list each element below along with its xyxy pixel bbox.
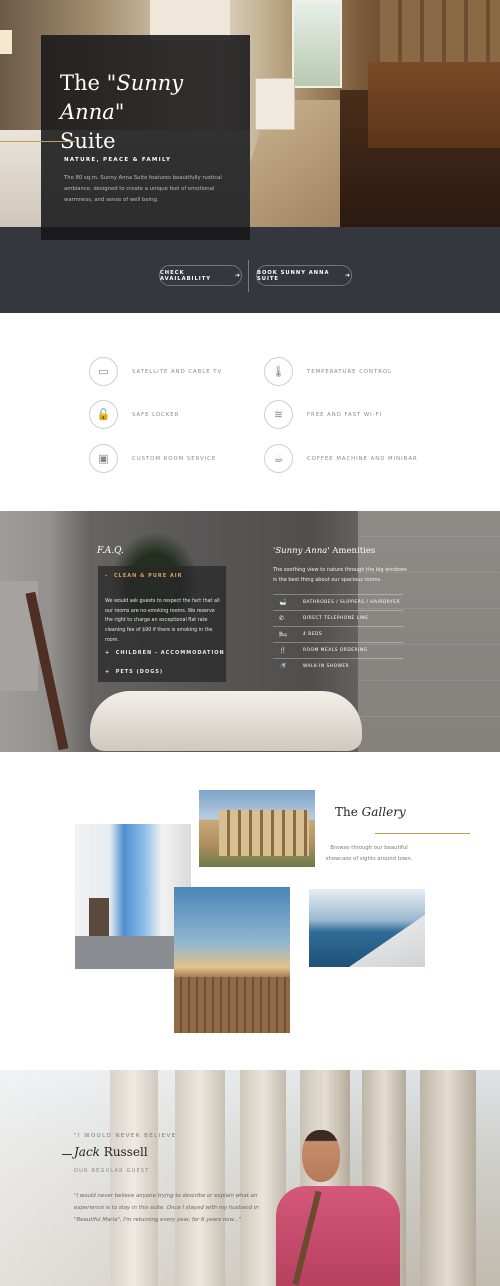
faq-item-pets[interactable]: + PETS (DOGS) xyxy=(105,669,163,675)
gallery-title: The Gallery xyxy=(335,805,406,819)
testimonial-dash xyxy=(62,1154,72,1155)
feature-wifi: ≋ FREE AND FAST WI-FI xyxy=(264,400,382,429)
boat-deck xyxy=(349,914,425,967)
gallery-title-prefix: The xyxy=(335,805,358,819)
list-item: 🛏 4 BEDS xyxy=(273,626,403,642)
expand-icon: + xyxy=(105,669,111,675)
street-door xyxy=(89,898,109,936)
arrow-right-icon: ➜ xyxy=(344,272,351,279)
feature-label: SATELLITE AND CABLE TV xyxy=(132,368,223,375)
faq-question: CHILDREN - ACCOMMODATION xyxy=(115,650,225,656)
testimonial-first-name: Jack xyxy=(74,1145,100,1159)
gallery-photo-pier[interactable] xyxy=(174,887,290,1033)
lock-icon: 🔓 xyxy=(89,400,118,429)
bath-tub xyxy=(90,691,362,751)
page-title: The "Sunny Anna" Suite xyxy=(60,69,250,156)
gallery-photo-parthenon[interactable] xyxy=(199,790,315,867)
faq-title: F.A.Q. xyxy=(97,546,124,556)
amenities-title: 'Sunny Anna' Amenities xyxy=(273,546,375,556)
feature-label: FREE AND FAST WI-FI xyxy=(307,411,383,418)
amenities-title-suffix: Amenities xyxy=(332,546,376,556)
list-item: 🛁 BATHROBES / SLIPPERS / HAIRDRYER xyxy=(273,594,403,610)
feature-label: COFFEE MACHINE AND MINIBAR xyxy=(307,455,418,462)
testimonial-kicker: "I WOULD NEVER BELIEVE xyxy=(74,1133,177,1139)
faq-question: PETS (DOGS) xyxy=(115,669,164,675)
list-item: 🚿 WALK-IN SHOWER xyxy=(273,658,403,674)
testimonial-name: Jack Russell xyxy=(74,1145,148,1159)
testimonial-role: OUR REGULAR GUEST xyxy=(74,1168,150,1174)
guest-photo xyxy=(270,1130,410,1286)
feature-coffee-minibar: ☕ COFFEE MACHINE AND MINIBAR xyxy=(264,444,418,473)
feature-room-service: ▣ CUSTOM ROOM SERVICE xyxy=(89,444,216,473)
parthenon-columns xyxy=(219,810,309,856)
gallery-title-italic: Gallery xyxy=(361,805,406,819)
booking-divider xyxy=(248,260,249,292)
temple-column xyxy=(420,1070,476,1286)
expand-icon: + xyxy=(105,650,111,656)
gallery-description: Browse through our beautiful showcase of… xyxy=(325,845,413,862)
book-suite-button[interactable]: BOOK SUNNY ANNA SUITE ➜ xyxy=(256,265,352,286)
hero-window xyxy=(292,0,342,88)
book-suite-label: BOOK SUNNY ANNA SUITE xyxy=(257,269,330,282)
phone-icon: ✆ xyxy=(279,615,285,622)
check-availability-label: CHECK AVAILABILITY xyxy=(160,269,212,282)
bathroom-image xyxy=(0,511,500,752)
hero-subtitle: NATURE, PEACE & FAMILY xyxy=(64,157,172,163)
wifi-icon: ≋ xyxy=(264,400,293,429)
gallery-photo-sailboat[interactable] xyxy=(309,889,425,967)
faq-item-clean-air[interactable]: – CLEAN & PURE AIR xyxy=(105,573,182,579)
feature-safe-locker: 🔓 SAFE LOCKER xyxy=(89,400,179,429)
testimonial-quote: "I would never believe anyone trying to … xyxy=(74,1193,259,1223)
bath-icon: 🛁 xyxy=(279,599,287,606)
testimonial-background xyxy=(0,1070,500,1286)
arrow-right-icon: ➜ xyxy=(234,272,241,279)
list-item: ✆ DIRECT TELEPHONE LINE xyxy=(273,610,403,626)
testimonial-last-name: Russell xyxy=(103,1145,148,1159)
room-features: ▭ SATELLITE AND CABLE TV 🌡 TEMPERATURE C… xyxy=(0,313,500,511)
suitcase-icon: ▣ xyxy=(89,444,118,473)
amenities-description: The soothing view to nature through the … xyxy=(273,567,407,583)
hero-accent-rule xyxy=(0,141,75,142)
hero-window-light xyxy=(150,0,230,40)
guest-head xyxy=(302,1130,340,1182)
hero-cabinet xyxy=(380,0,500,64)
hero-lamp xyxy=(0,30,12,54)
amenity-label: WALK-IN SHOWER xyxy=(303,664,350,669)
feature-label: TEMPERATURE CONTROL xyxy=(307,368,393,375)
tv-icon: ▭ xyxy=(89,357,118,386)
amenities-list: 🛁 BATHROBES / SLIPPERS / HAIRDRYER ✆ DIR… xyxy=(273,594,403,674)
feature-temperature-control: 🌡 TEMPERATURE CONTROL xyxy=(264,357,392,386)
list-item: 🍴 ROOM MEALS ORDERING xyxy=(273,642,403,658)
amenities-title-italic: 'Sunny Anna' xyxy=(273,546,330,556)
hero-dresser xyxy=(368,62,500,148)
hero-card: The "Sunny Anna" Suite NATURE, PEACE & F… xyxy=(0,35,250,240)
thermometer-icon: 🌡 xyxy=(264,357,293,386)
bed-icon: 🛏 xyxy=(279,631,287,638)
coffee-icon: ☕ xyxy=(264,444,293,473)
gallery-accent-rule xyxy=(375,833,470,834)
faq-question: CLEAN & PURE AIR xyxy=(113,573,183,579)
faq-answer: We would ask guests to respect the fact … xyxy=(105,599,220,643)
amenity-label: 4 BEDS xyxy=(303,632,323,637)
collapse-icon: – xyxy=(105,573,109,579)
hero-chair xyxy=(255,78,295,130)
feature-label: CUSTOM ROOM SERVICE xyxy=(132,455,217,462)
hero-description: The 80 sq.m. Sunny Anna Suite features b… xyxy=(64,175,222,203)
feature-label: SAFE LOCKER xyxy=(132,411,180,418)
check-availability-button[interactable]: CHECK AVAILABILITY ➜ xyxy=(159,265,242,286)
pier-planks xyxy=(174,977,290,1033)
amenity-label: DIRECT TELEPHONE LINE xyxy=(303,616,369,621)
meal-icon: 🍴 xyxy=(279,647,287,654)
faq-item-children[interactable]: + CHILDREN - ACCOMMODATION xyxy=(105,650,225,656)
amenity-label: BATHROBES / SLIPPERS / HAIRDRYER xyxy=(303,600,401,605)
feature-satellite-tv: ▭ SATELLITE AND CABLE TV xyxy=(89,357,222,386)
shower-icon: 🚿 xyxy=(279,663,287,670)
title-prefix: The xyxy=(60,71,100,95)
amenity-label: ROOM MEALS ORDERING xyxy=(303,648,368,653)
